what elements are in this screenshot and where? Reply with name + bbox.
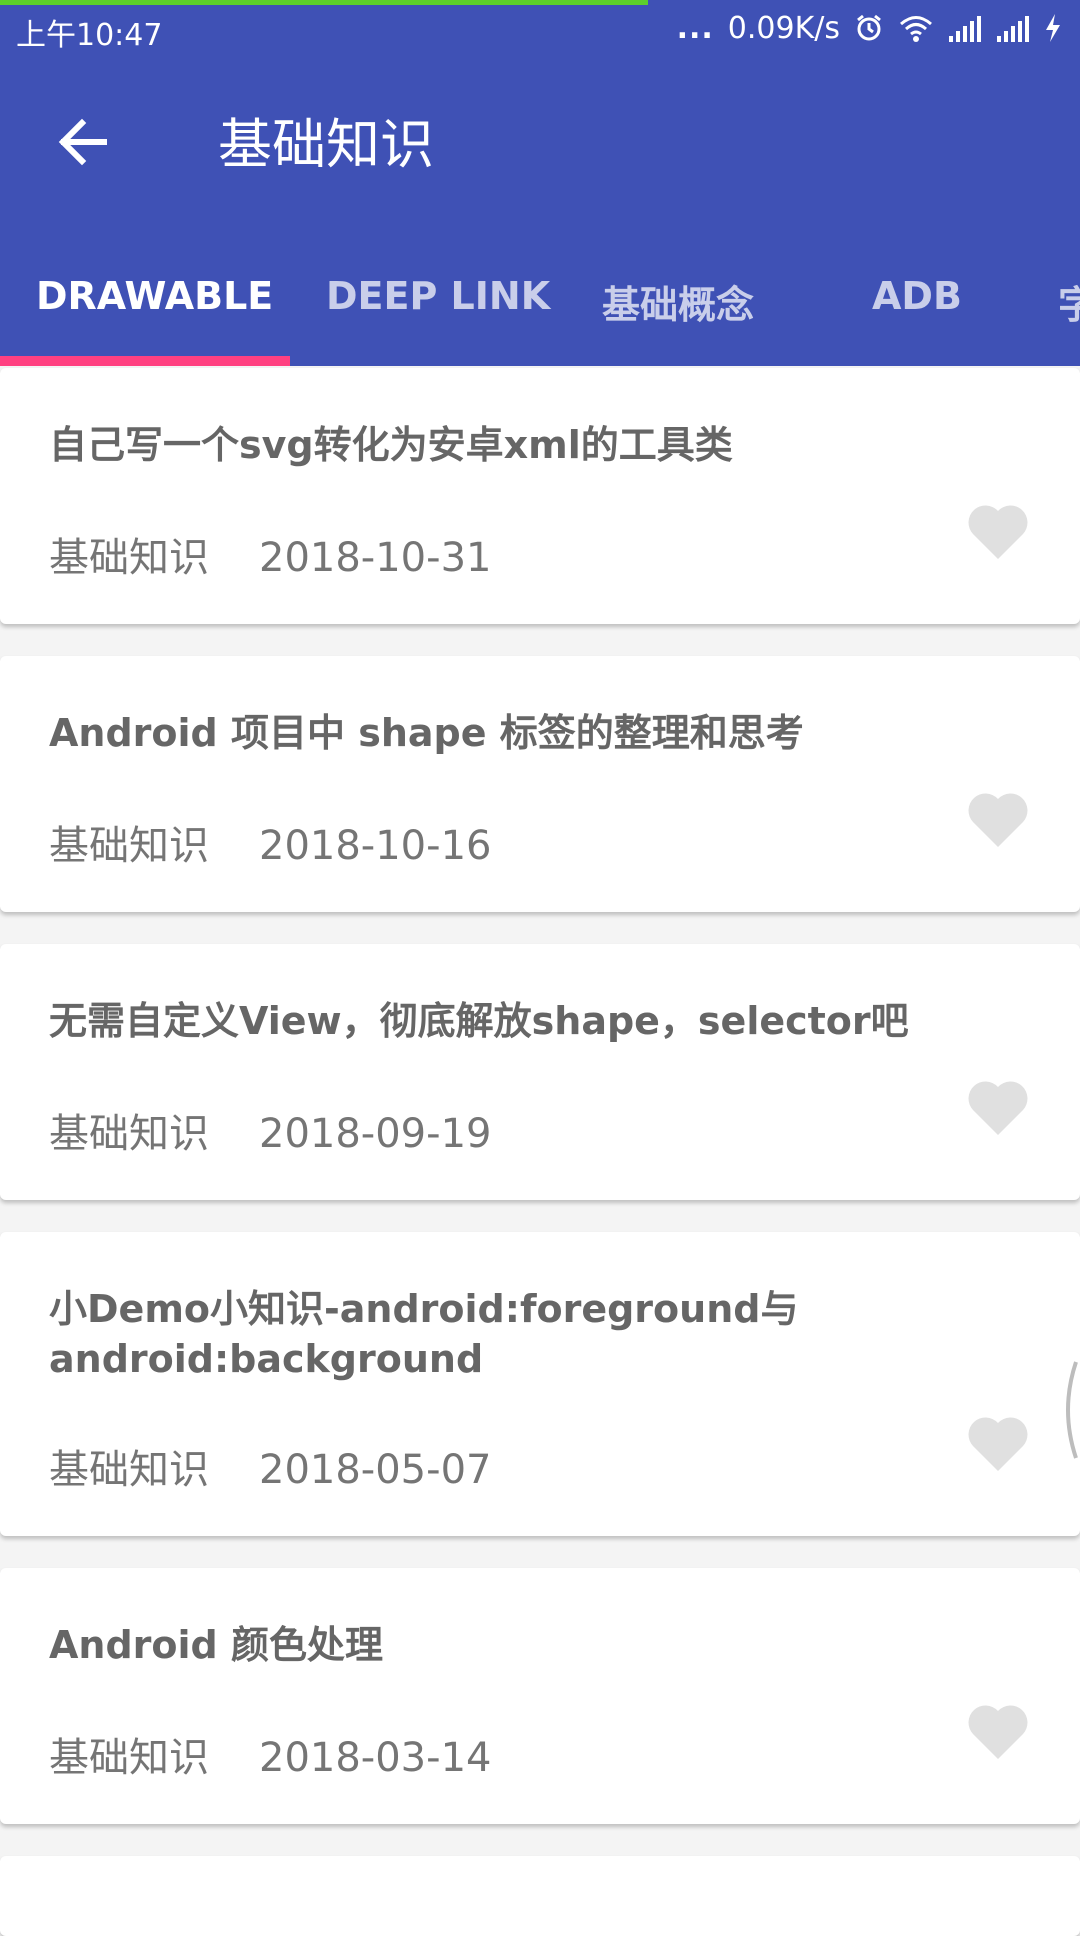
- article-date: 2018-09-19: [259, 1111, 492, 1157]
- article-title: 小Demo小知识-android:foreground与android:back…: [49, 1287, 799, 1381]
- signal-icon-1: [948, 14, 982, 42]
- network-speed: 0.09K/s: [727, 10, 840, 46]
- article-date: 2018-10-31: [259, 535, 492, 581]
- signal-icon-2: [996, 14, 1030, 42]
- article-card[interactable]: Android 项目中 shape 标签的整理和思考 基础知识 2018-10-1…: [0, 656, 1080, 912]
- article-category: 基础知识: [49, 823, 209, 869]
- tab-basic-concepts[interactable]: 基础概念: [602, 274, 754, 329]
- article-category: 基础知识: [49, 1735, 209, 1781]
- article-meta: 基础知识 2018-09-19: [49, 1101, 491, 1159]
- article-card[interactable]: Android 颜色处理 基础知识 2018-03-14: [0, 1568, 1080, 1824]
- article-card[interactable]: 无需自定义View，彻底解放shape，selector吧 基础知识 2018-0…: [0, 944, 1080, 1200]
- heart-icon[interactable]: [966, 1413, 1030, 1473]
- article-meta: 基础知识 2018-10-16: [49, 813, 491, 871]
- toolbar: 基础知识: [0, 58, 1080, 222]
- article-meta: 基础知识 2018-05-07: [49, 1437, 491, 1495]
- tab-adb[interactable]: ADB: [872, 274, 962, 318]
- page-title: 基础知识: [218, 113, 434, 176]
- article-title: 无需自定义View，彻底解放shape，selector吧: [49, 999, 909, 1043]
- article-title: 自己写一个svg转化为安卓xml的工具类: [49, 423, 733, 467]
- article-date: 2018-10-16: [259, 823, 492, 869]
- tab-partial[interactable]: 字: [1058, 274, 1080, 329]
- article-date: 2018-05-07: [259, 1447, 492, 1493]
- article-card[interactable]: 小Demo小知识-android:foreground与android:back…: [0, 1232, 1080, 1536]
- charging-icon: [1044, 13, 1062, 43]
- back-button[interactable]: [52, 110, 116, 174]
- tab-bar: DRAWABLE DEEP LINK 基础概念 ADB 字: [0, 256, 1080, 366]
- article-title: Android 颜色处理: [49, 1623, 383, 1667]
- article-card[interactable]: 自己写一个svg转化为安卓xml的工具类 基础知识 2018-10-31: [0, 368, 1080, 624]
- wifi-icon: [898, 13, 934, 43]
- article-date: 2018-03-14: [259, 1735, 492, 1781]
- edge-swipe-handle[interactable]: [1056, 1360, 1080, 1460]
- status-time: 上午10:47: [16, 18, 163, 53]
- more-dots: ...: [676, 10, 714, 46]
- article-card-partial[interactable]: [0, 1856, 1080, 1936]
- article-meta: 基础知识 2018-10-31: [49, 525, 491, 583]
- arrow-back-icon: [58, 118, 107, 166]
- heart-icon[interactable]: [966, 1701, 1030, 1761]
- tab-drawable[interactable]: DRAWABLE: [36, 274, 273, 318]
- heart-icon[interactable]: [966, 501, 1030, 561]
- status-icons: ... 0.09K/s: [677, 8, 1062, 48]
- tab-deep-link[interactable]: DEEP LINK: [326, 274, 550, 318]
- heart-icon[interactable]: [966, 1077, 1030, 1137]
- article-category: 基础知识: [49, 1447, 209, 1493]
- heart-icon[interactable]: [966, 789, 1030, 849]
- article-meta: 基础知识 2018-03-14: [49, 1725, 491, 1783]
- article-category: 基础知识: [49, 535, 209, 581]
- article-category: 基础知识: [49, 1111, 209, 1157]
- status-bar: 上午10:47 ... 0.09K/s: [0, 0, 1080, 58]
- tab-indicator: [0, 356, 290, 366]
- article-title: Android 项目中 shape 标签的整理和思考: [49, 711, 804, 755]
- alarm-icon: [854, 13, 884, 43]
